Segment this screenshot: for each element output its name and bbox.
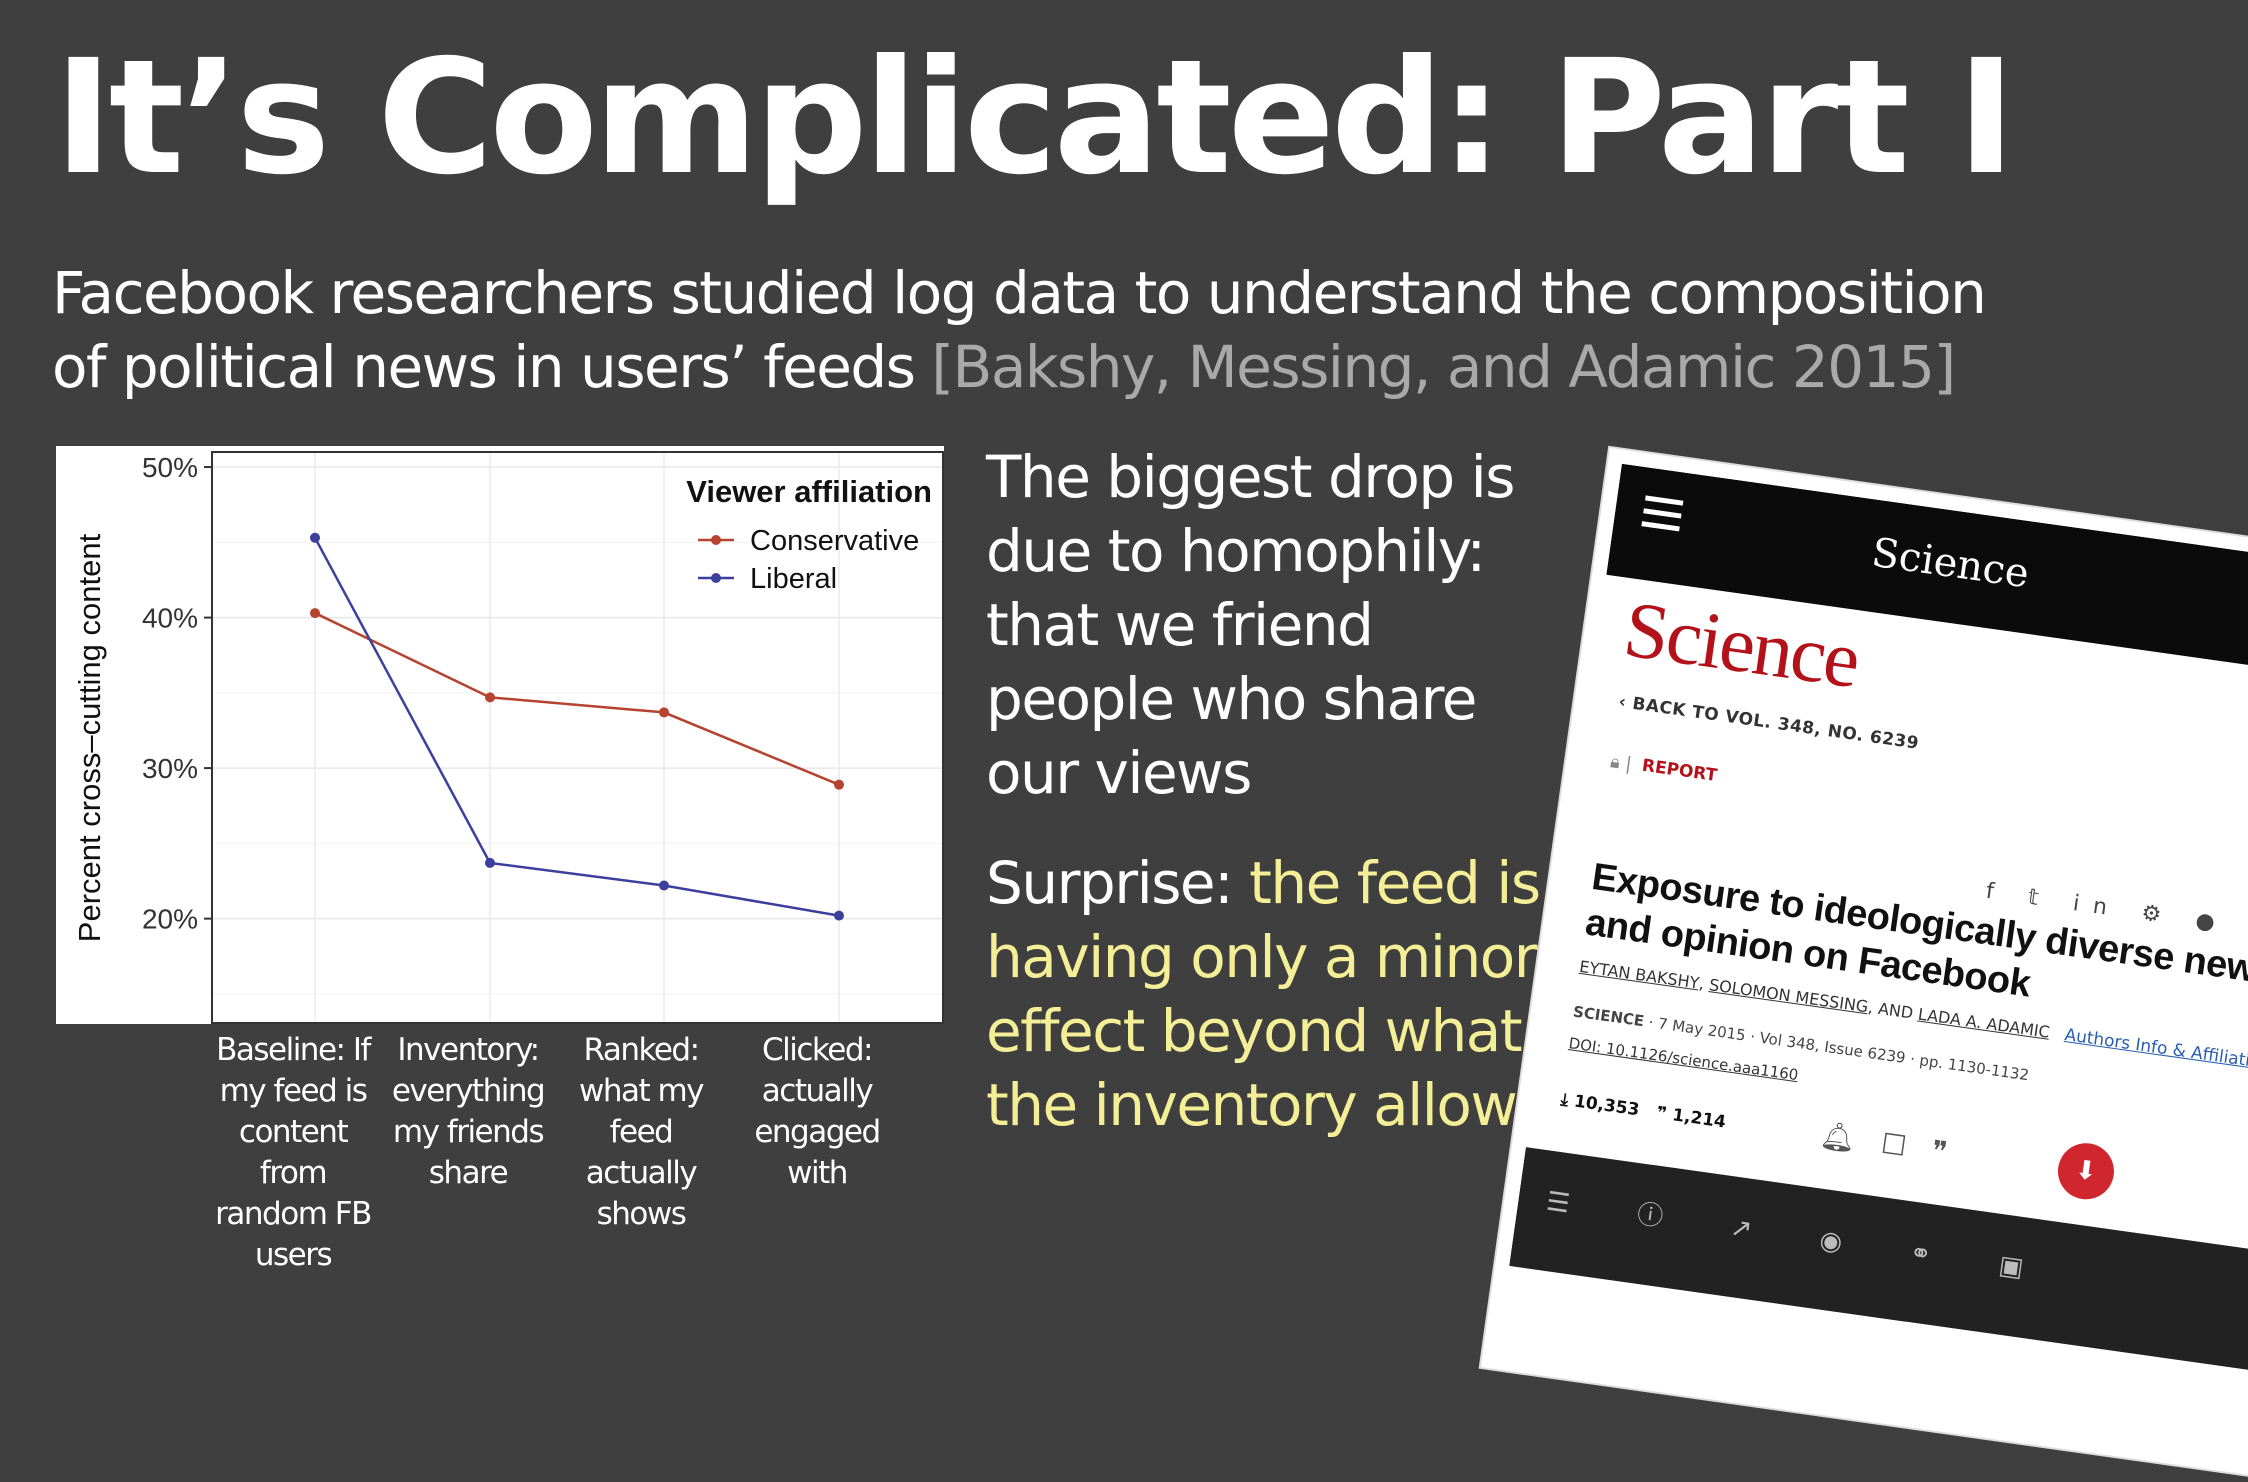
data-point-conservative	[310, 608, 320, 619]
data-point-liberal	[485, 857, 495, 868]
data-point-conservative	[659, 707, 669, 718]
y-tick-label: 30%	[142, 753, 198, 784]
surprise-lead: Surprise:	[986, 849, 1250, 917]
toolbar-icons[interactable]: ☰ ⓘ ↗ ◉ ⚭ ▣	[1544, 1181, 2056, 1289]
x-category-labels: Baseline: If my feed is content from ran…	[56, 1030, 944, 1273]
series-line-conservative	[314, 611, 840, 786]
slide-subtitle: Facebook researchers studied log data to…	[52, 256, 2052, 404]
legend-title: Viewer affiliation	[686, 474, 932, 509]
phone-bottom-toolbar: ☰ ⓘ ↗ ◉ ⚭ ▣	[1509, 1147, 2248, 1378]
y-axis-label: Percent cross–cutting content	[72, 533, 107, 942]
legend-swatch-point	[711, 535, 721, 545]
hamburger-menu-icon[interactable]	[1640, 495, 1684, 539]
slide-title: It’s Complicated: Part I	[54, 26, 2016, 210]
lock-icon: 🔒︎ |	[1608, 751, 1633, 775]
y-tick-label: 20%	[142, 904, 198, 935]
subtitle-citation: [Bakshy, Messing, and Adamic 2015]	[931, 333, 1956, 401]
data-point-conservative	[485, 692, 495, 703]
section-label: REPORT	[1640, 755, 1719, 786]
point-surprise: Surprise: the feed is having only a mino…	[986, 846, 1547, 1142]
science-article-screenshot: Science Science ‹ BACK TO VOL. 348, NO. …	[1480, 448, 2248, 1482]
author-link[interactable]: LADA A. ADAMIC	[1917, 1004, 2051, 1041]
article-stats: ⤓ 10,353 ❞ 1,214	[1559, 1089, 1728, 1133]
download-icon: ⤓	[1559, 1089, 1570, 1111]
data-point-liberal	[834, 910, 844, 921]
quote-icon: ❞	[1655, 1103, 1668, 1125]
legend-label-liberal: Liberal	[750, 563, 837, 595]
chart-panel: 20% 30% 40% 50% Percent cross–cutting conten…	[56, 446, 944, 1024]
legend-label-conservative: Conservative	[750, 525, 919, 557]
data-point-liberal	[659, 880, 669, 891]
data-point-liberal	[310, 532, 320, 543]
line-chart: 20% 30% 40% 50% Percent cross–cutting conten…	[72, 451, 944, 1024]
y-tick-label: 50%	[142, 452, 198, 483]
x-category-baseline: Baseline: If my feed is content from ran…	[215, 1032, 372, 1273]
y-tick-label: 40%	[142, 603, 198, 634]
legend-swatch-point	[711, 573, 721, 583]
data-point-conservative	[834, 779, 844, 790]
header-brand: Science	[1868, 529, 2032, 598]
point-homophily: The biggest drop is due to homophily: th…	[986, 443, 1515, 807]
x-category-clicked: Clicked: actually engaged with	[754, 1032, 881, 1191]
pdf-icon[interactable]: ⬇	[2054, 1139, 2118, 1203]
x-category-ranked: Ranked: what my feed actually shows	[578, 1032, 705, 1232]
author-link[interactable]: EYTAN BAKSHY	[1578, 957, 1700, 993]
back-link[interactable]: ‹ BACK TO VOL. 348, NO. 6239	[1617, 692, 1920, 754]
action-icons[interactable]: 🔔︎☐❞	[1818, 1118, 1975, 1172]
x-category-inventory: Inventory: everything my friends share	[391, 1032, 546, 1191]
